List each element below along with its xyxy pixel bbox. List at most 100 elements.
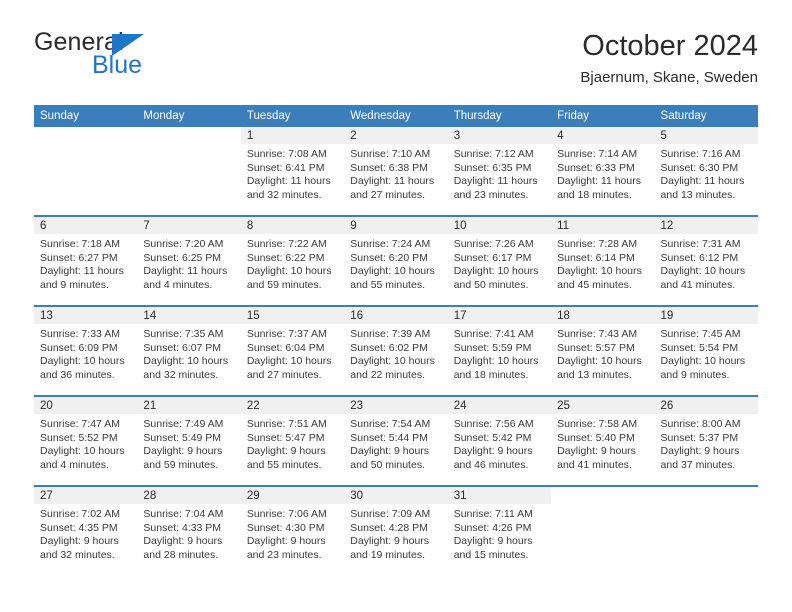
calendar-week-row: 6 Sunrise: 7:18 AM Sunset: 6:27 PM Daylight…	[34, 215, 758, 306]
daylight-text-line2: and 55 minutes.	[246, 458, 322, 471]
calendar-cell-day[interactable]: 22 Sunrise: 7:51 AM Sunset: 5:47 PM Dayligh…	[240, 395, 345, 486]
sunset-text: Sunset: 5:40 PM	[557, 431, 635, 444]
daylight-text-line1: Daylight: 9 hours	[660, 445, 740, 458]
daylight-text-line1: Daylight: 9 hours	[453, 445, 533, 458]
day-cell: 24 Sunrise: 7:56 AM Sunset: 5:42 PM Dayligh…	[447, 397, 552, 485]
day-number: 28	[137, 487, 241, 504]
calendar-cell-day[interactable]: 2 Sunrise: 7:10 AM Sunset: 6:38 PM Daylight…	[344, 127, 448, 216]
calendar-cell-day[interactable]: 5 Sunrise: 7:16 AM Sunset: 6:30 PM Daylight…	[654, 127, 758, 216]
calendar-cell-day[interactable]: 19 Sunrise: 7:45 AM Sunset: 5:54 PM Dayligh…	[654, 305, 758, 396]
day-number: 6	[34, 217, 138, 234]
sunset-text: Sunset: 4:33 PM	[143, 521, 222, 534]
calendar-cell-day[interactable]: 26 Sunrise: 8:00 AM Sunset: 5:37 PM Dayligh…	[654, 395, 758, 486]
sunset-text: Sunset: 6:07 PM	[143, 341, 222, 354]
calendar-cell-day[interactable]: 18 Sunrise: 7:43 AM Sunset: 5:57 PM Dayligh…	[551, 305, 655, 396]
day-details: Sunrise: 7:02 AM Sunset: 4:35 PM Daylight:…	[34, 504, 137, 562]
weekday-header-friday: Friday	[551, 105, 655, 127]
day-cell: 31 Sunrise: 7:11 AM Sunset: 4:26 PM Dayligh…	[447, 487, 552, 575]
calendar-cell-empty	[654, 485, 758, 575]
day-cell: 10 Sunrise: 7:26 AM Sunset: 6:17 PM Dayligh…	[447, 217, 552, 305]
day-cell: 15 Sunrise: 7:37 AM Sunset: 6:04 PM Dayligh…	[240, 307, 345, 395]
daylight-text-line1: Daylight: 9 hours	[246, 445, 326, 458]
calendar-cell-empty	[137, 127, 241, 216]
daylight-text-line1: Daylight: 10 hours	[40, 355, 125, 368]
calendar-cell-day[interactable]: 10 Sunrise: 7:26 AM Sunset: 6:17 PM Dayligh…	[447, 215, 552, 306]
daylight-text-line2: and 59 minutes.	[143, 458, 219, 471]
calendar-body: 1 Sunrise: 7:08 AM Sunset: 6:41 PM Daylight…	[34, 127, 758, 575]
sunset-text: Sunset: 6:27 PM	[40, 251, 118, 264]
daylight-text-line1: Daylight: 11 hours	[40, 265, 124, 278]
day-details: Sunrise: 7:18 AM Sunset: 6:27 PM Daylight:…	[34, 234, 137, 292]
calendar-cell-day[interactable]: 21 Sunrise: 7:49 AM Sunset: 5:49 PM Dayligh…	[137, 395, 241, 486]
sunrise-text: Sunrise: 7:47 AM	[40, 418, 120, 430]
day-cell	[34, 127, 138, 215]
sunset-text: Sunset: 6:20 PM	[350, 251, 428, 264]
day-details: Sunrise: 7:37 AM Sunset: 6:04 PM Daylight:…	[241, 324, 344, 382]
sunrise-text: Sunrise: 7:18 AM	[40, 238, 120, 250]
sunrise-text: Sunrise: 7:35 AM	[143, 328, 224, 340]
day-number: 20	[34, 397, 138, 414]
sunset-text: Sunset: 6:17 PM	[453, 251, 532, 264]
calendar-cell-day[interactable]: 16 Sunrise: 7:39 AM Sunset: 6:02 PM Dayligh…	[344, 305, 448, 396]
calendar-cell-day[interactable]: 12 Sunrise: 7:31 AM Sunset: 6:12 PM Dayligh…	[654, 215, 758, 306]
sunrise-text: Sunrise: 7:11 AM	[453, 508, 533, 520]
calendar-cell-day[interactable]: 31 Sunrise: 7:11 AM Sunset: 4:26 PM Dayligh…	[447, 485, 552, 575]
page-subtitle: Bjaernum, Skane, Sweden	[580, 69, 758, 86]
sunrise-text: Sunrise: 7:58 AM	[557, 418, 638, 430]
calendar-cell-day[interactable]: 27 Sunrise: 7:02 AM Sunset: 4:35 PM Dayligh…	[34, 485, 138, 575]
calendar-cell-day[interactable]: 23 Sunrise: 7:54 AM Sunset: 5:44 PM Dayligh…	[344, 395, 448, 486]
calendar-cell-day[interactable]: 20 Sunrise: 7:47 AM Sunset: 5:52 PM Dayligh…	[34, 395, 138, 486]
calendar-cell-day[interactable]: 29 Sunrise: 7:06 AM Sunset: 4:30 PM Dayligh…	[240, 485, 345, 575]
day-cell: 3 Sunrise: 7:12 AM Sunset: 6:35 PM Daylight…	[447, 127, 552, 215]
daylight-text-line2: and 50 minutes.	[350, 458, 425, 471]
daylight-text-line1: Daylight: 10 hours	[660, 265, 746, 278]
calendar-cell-day[interactable]: 4 Sunrise: 7:14 AM Sunset: 6:33 PM Daylight…	[551, 127, 655, 216]
calendar-cell-day[interactable]: 9 Sunrise: 7:24 AM Sunset: 6:20 PM Daylight…	[344, 215, 448, 306]
day-number: 4	[551, 127, 655, 144]
sunrise-text: Sunrise: 7:33 AM	[40, 328, 120, 340]
daylight-text-line1: Daylight: 11 hours	[143, 265, 228, 278]
day-number	[137, 127, 241, 144]
sunrise-text: Sunrise: 7:10 AM	[350, 148, 431, 160]
daylight-text-line2: and 18 minutes.	[557, 188, 632, 201]
daylight-text-line2: and 18 minutes.	[453, 368, 529, 381]
daylight-text-line2: and 9 minutes.	[40, 278, 109, 291]
weekday-header-saturday: Saturday	[654, 105, 758, 127]
daylight-text-line1: Daylight: 10 hours	[143, 355, 229, 368]
sunrise-text: Sunrise: 7:43 AM	[557, 328, 638, 340]
sunset-text: Sunset: 6:22 PM	[246, 251, 325, 264]
calendar-cell-day[interactable]: 14 Sunrise: 7:35 AM Sunset: 6:07 PM Dayligh…	[137, 305, 241, 396]
calendar-week-row: 20 Sunrise: 7:47 AM Sunset: 5:52 PM Dayligh…	[34, 395, 758, 486]
day-cell: 20 Sunrise: 7:47 AM Sunset: 5:52 PM Dayligh…	[34, 397, 138, 485]
day-cell: 19 Sunrise: 7:45 AM Sunset: 5:54 PM Dayligh…	[654, 307, 758, 395]
daylight-text-line1: Daylight: 10 hours	[453, 265, 539, 278]
calendar-cell-day[interactable]: 1 Sunrise: 7:08 AM Sunset: 6:41 PM Daylight…	[240, 127, 345, 216]
calendar-cell-day[interactable]: 28 Sunrise: 7:04 AM Sunset: 4:33 PM Dayligh…	[137, 485, 241, 575]
day-details: Sunrise: 7:10 AM Sunset: 6:38 PM Daylight:…	[344, 144, 447, 202]
calendar-cell-day[interactable]: 7 Sunrise: 7:20 AM Sunset: 6:25 PM Daylight…	[137, 215, 241, 306]
day-details: Sunrise: 7:56 AM Sunset: 5:42 PM Daylight:…	[448, 414, 551, 472]
calendar-cell-day[interactable]: 15 Sunrise: 7:37 AM Sunset: 6:04 PM Dayligh…	[240, 305, 345, 396]
day-cell	[137, 127, 241, 215]
calendar-cell-day[interactable]: 3 Sunrise: 7:12 AM Sunset: 6:35 PM Daylight…	[447, 127, 552, 216]
calendar-cell-day[interactable]: 8 Sunrise: 7:22 AM Sunset: 6:22 PM Daylight…	[240, 215, 345, 306]
calendar-cell-day[interactable]: 30 Sunrise: 7:09 AM Sunset: 4:28 PM Dayligh…	[344, 485, 448, 575]
sunrise-text: Sunrise: 7:56 AM	[453, 418, 534, 430]
daylight-text-line1: Daylight: 10 hours	[350, 355, 435, 368]
day-number: 5	[654, 127, 758, 144]
day-number	[654, 487, 758, 504]
daylight-text-line2: and 37 minutes.	[660, 458, 736, 471]
day-number: 17	[447, 307, 552, 324]
daylight-text-line2: and 13 minutes.	[557, 368, 632, 381]
calendar-cell-day[interactable]: 6 Sunrise: 7:18 AM Sunset: 6:27 PM Daylight…	[34, 215, 138, 306]
calendar-cell-day[interactable]: 24 Sunrise: 7:56 AM Sunset: 5:42 PM Dayligh…	[447, 395, 552, 486]
day-number: 29	[240, 487, 345, 504]
calendar-cell-day[interactable]: 25 Sunrise: 7:58 AM Sunset: 5:40 PM Dayligh…	[551, 395, 655, 486]
calendar-cell-day[interactable]: 17 Sunrise: 7:41 AM Sunset: 5:59 PM Dayligh…	[447, 305, 552, 396]
sunset-text: Sunset: 4:30 PM	[246, 521, 325, 534]
sunrise-text: Sunrise: 7:49 AM	[143, 418, 224, 430]
calendar-cell-day[interactable]: 13 Sunrise: 7:33 AM Sunset: 6:09 PM Dayligh…	[34, 305, 138, 396]
calendar-cell-day[interactable]: 11 Sunrise: 7:28 AM Sunset: 6:14 PM Dayligh…	[551, 215, 655, 306]
day-cell	[654, 487, 758, 575]
sunset-text: Sunset: 6:38 PM	[350, 161, 428, 174]
